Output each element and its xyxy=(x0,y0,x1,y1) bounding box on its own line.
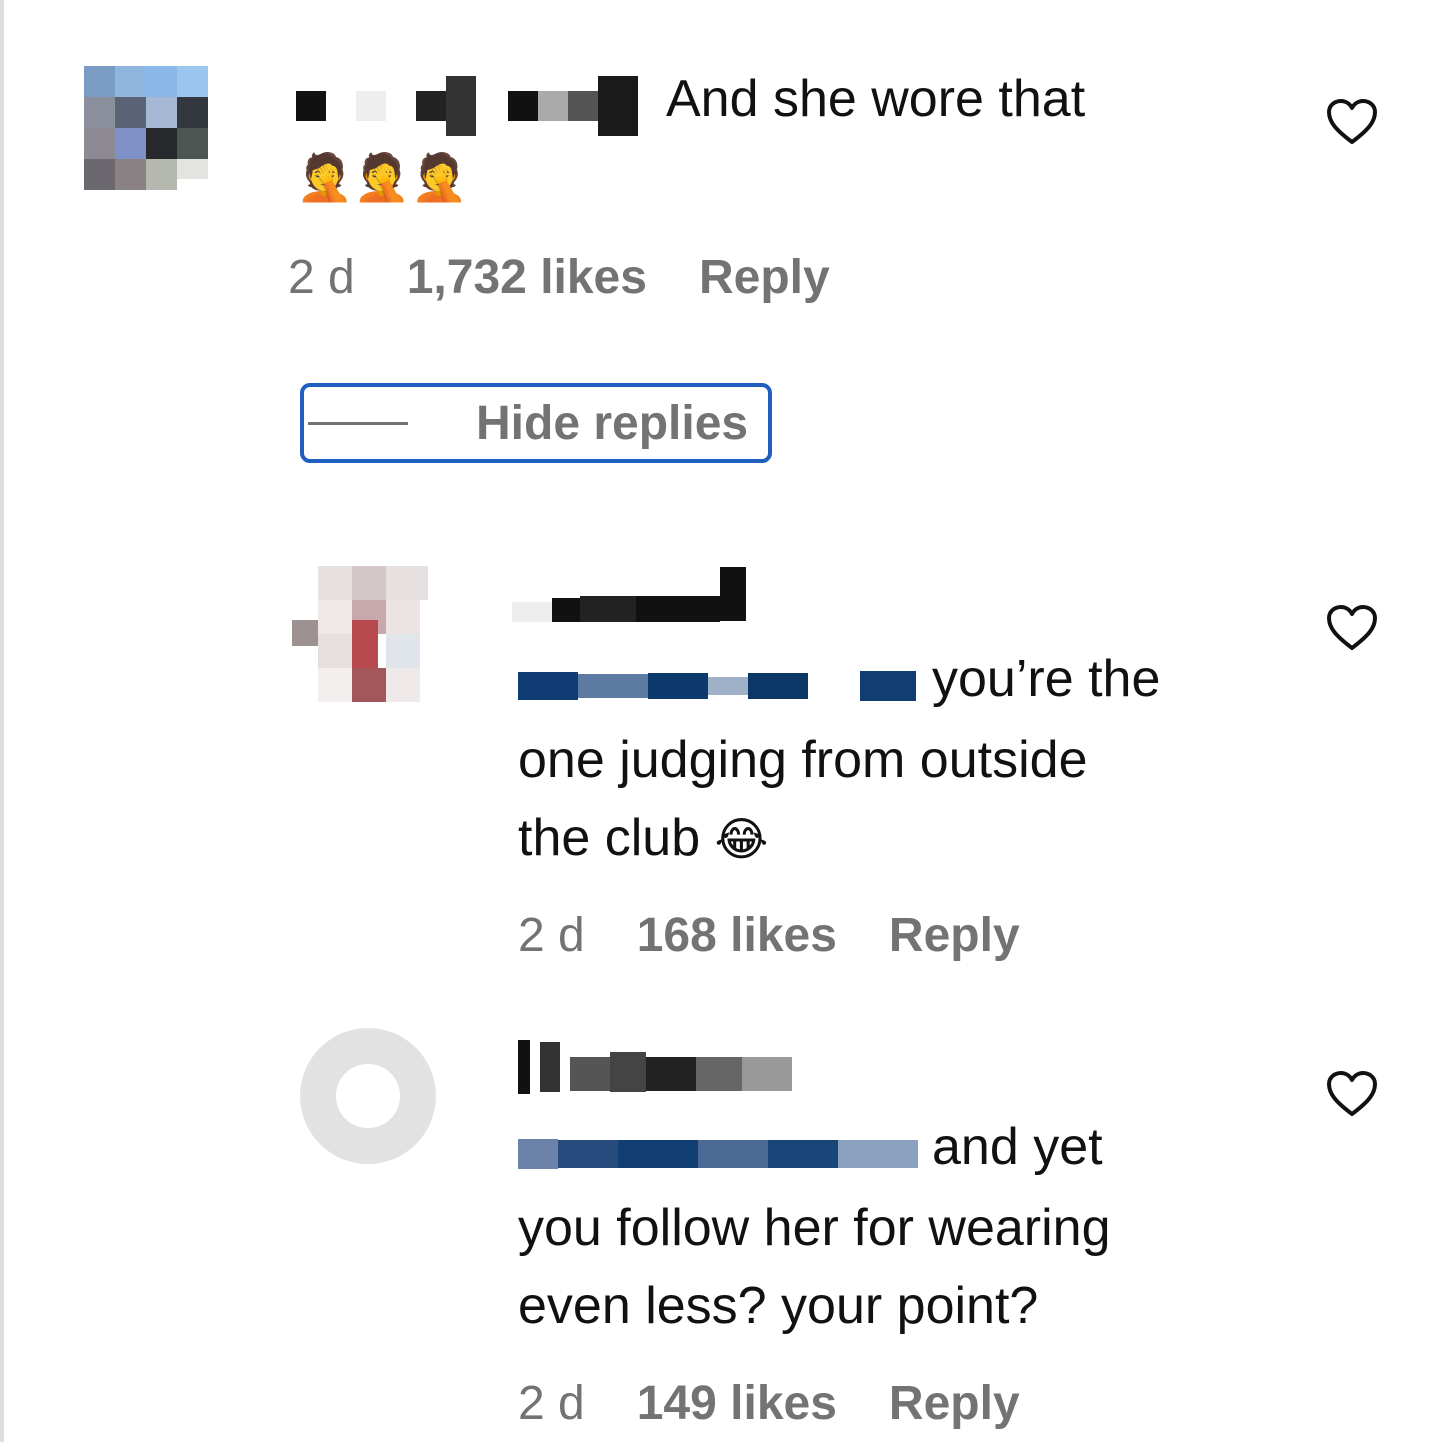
reply-text-line1: you’re the xyxy=(932,650,1161,708)
reply-text-line2: one judging from outside xyxy=(518,731,1088,790)
timestamp: 2 d xyxy=(518,909,585,962)
heart-icon[interactable] xyxy=(1326,1070,1378,1118)
comment-text: And she wore that 🤦🤦🤦 xyxy=(296,60,1256,220)
laughing-emoji: 😂 xyxy=(714,812,769,867)
reply-meta: 2 d 149 likes Reply xyxy=(518,1376,1020,1431)
reply-button[interactable]: Reply xyxy=(889,908,1020,963)
reply-meta: 2 d 168 likes Reply xyxy=(518,908,1020,963)
timestamp: 2 d xyxy=(288,251,355,304)
like-count[interactable]: 168 likes xyxy=(637,908,837,963)
comment-meta: 2 d 1,732 likes Reply xyxy=(288,250,830,305)
hide-replies-button[interactable]: Hide replies xyxy=(300,383,772,463)
hide-replies-label: Hide replies xyxy=(476,396,749,450)
reply-text-line2: you follow her for wearing xyxy=(518,1199,1111,1258)
avatar[interactable] xyxy=(292,566,428,702)
heart-icon[interactable] xyxy=(1326,604,1378,652)
avatar[interactable] xyxy=(300,1028,436,1164)
reply-text-line3: the club xyxy=(518,809,701,868)
redacted-username[interactable] xyxy=(518,1040,792,1094)
facepalm-emoji: 🤦🤦🤦 xyxy=(296,150,468,205)
reply-text-line3: even less? your point? xyxy=(518,1277,1039,1336)
reply-text: you’re the one judging from outside the … xyxy=(518,640,1298,878)
frame-border xyxy=(0,0,4,1442)
divider-line xyxy=(308,421,408,425)
heart-icon[interactable] xyxy=(1326,98,1378,146)
reply-text-line1: and yet xyxy=(932,1118,1103,1176)
like-count[interactable]: 1,732 likes xyxy=(407,250,647,305)
redacted-username[interactable] xyxy=(512,566,746,622)
like-count[interactable]: 149 likes xyxy=(637,1376,837,1431)
avatar[interactable] xyxy=(84,66,208,190)
redacted-mention[interactable] xyxy=(518,1111,932,1189)
timestamp: 2 d xyxy=(518,1377,585,1430)
comment-text-main: And she wore that xyxy=(666,70,1086,128)
reply-button[interactable]: Reply xyxy=(889,1376,1020,1431)
reply-button[interactable]: Reply xyxy=(699,250,830,305)
redacted-mention[interactable] xyxy=(518,643,932,721)
reply-text: and yet you follow her for wearing even … xyxy=(518,1108,1298,1345)
redacted-username[interactable] xyxy=(296,63,666,141)
